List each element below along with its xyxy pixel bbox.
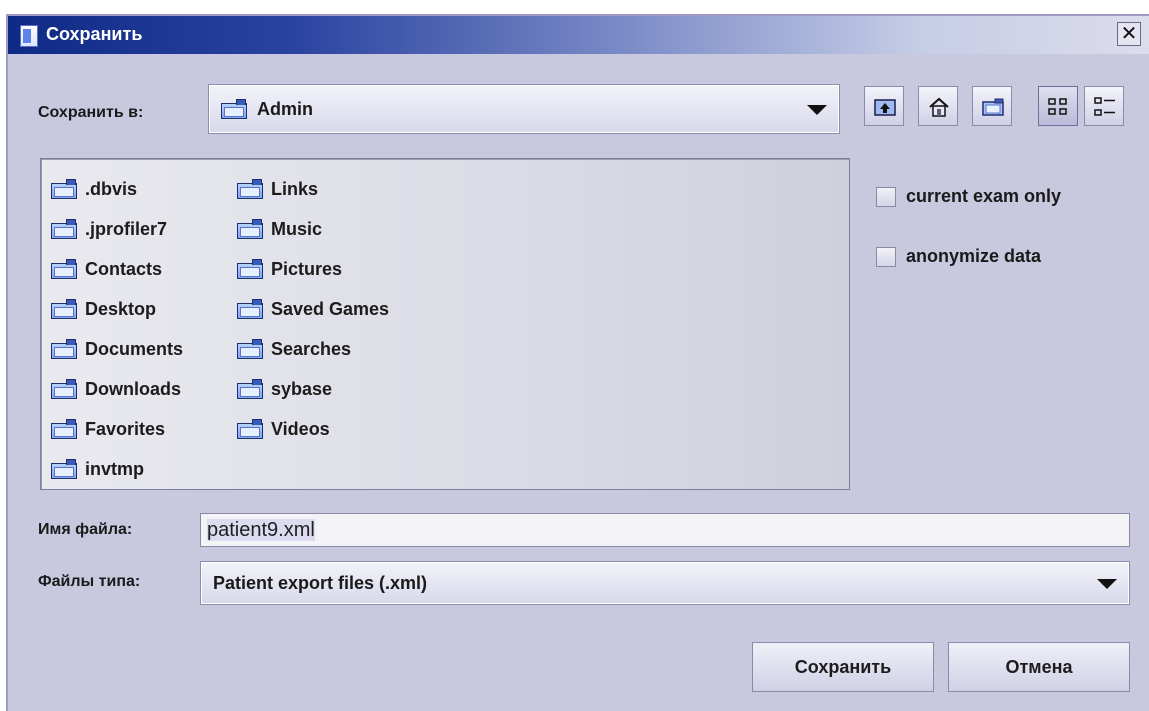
file-name-text: Videos <box>271 418 330 439</box>
folder-icon <box>221 99 247 119</box>
list-view-button[interactable] <box>1038 86 1078 126</box>
current-exam-only-checkbox[interactable]: current exam only <box>876 186 1061 207</box>
file-name-text: Links <box>271 178 319 199</box>
file-list-item[interactable]: Links <box>237 169 389 209</box>
chevron-down-icon <box>1097 579 1117 589</box>
folder-icon <box>237 179 263 199</box>
save-in-value: Admin <box>257 99 313 119</box>
file-name-input[interactable]: patient9.xml <box>200 513 1130 547</box>
new-folder-button[interactable] <box>972 86 1012 126</box>
title-bar[interactable]: Сохранить ✕ <box>8 16 1149 54</box>
file-list-item[interactable]: .jprofiler7 <box>51 209 183 249</box>
file-list-column-1: .dbvis .jprofiler7 Contacts Desktop Document… <box>51 169 183 489</box>
up-folder-button[interactable] <box>864 86 904 126</box>
file-name-value: patient9.xml <box>207 519 315 541</box>
file-name-text: Favorites <box>85 418 166 439</box>
file-list-item[interactable]: Documents <box>51 329 183 369</box>
home-icon <box>929 97 949 117</box>
checkbox-box[interactable] <box>876 246 896 267</box>
file-name-text: Downloads <box>85 378 182 399</box>
up-folder-icon <box>874 99 896 116</box>
file-list-item[interactable]: Desktop <box>51 289 183 329</box>
file-name-text: Desktop <box>85 298 157 319</box>
folder-icon <box>237 299 263 319</box>
file-name-label: Имя файла: <box>38 521 133 538</box>
folder-icon <box>51 379 77 399</box>
dialog-title: Сохранить <box>46 24 143 44</box>
save-dialog: Сохранить ✕ Сохранить в: Admin .dbvis .j… <box>6 14 1149 711</box>
file-type-select[interactable]: Patient export files (.xml) <box>200 561 1130 605</box>
home-button[interactable] <box>918 86 958 126</box>
file-list-item[interactable]: Downloads <box>51 369 183 409</box>
file-name-text: .dbvis <box>85 178 138 199</box>
file-list-item[interactable]: invtmp <box>51 449 183 489</box>
folder-icon <box>237 419 263 439</box>
file-name-text: Searches <box>271 338 352 359</box>
details-view-button[interactable] <box>1084 86 1124 126</box>
file-name-text: invtmp <box>85 458 145 479</box>
current-exam-only-label: current exam only <box>906 186 1062 206</box>
cancel-button[interactable]: Отмена <box>948 642 1130 692</box>
file-name-text: Documents <box>85 338 184 359</box>
folder-icon <box>51 259 77 279</box>
save-in-label: Сохранить в: <box>38 104 144 121</box>
file-list-column-2: Links Music Pictures Saved Games Searches syb… <box>237 169 389 449</box>
file-list[interactable]: .dbvis .jprofiler7 Contacts Desktop Document… <box>40 158 850 490</box>
file-list-item[interactable]: .dbvis <box>51 169 183 209</box>
folder-icon <box>51 219 77 239</box>
folder-icon <box>51 339 77 359</box>
folder-icon <box>237 259 263 279</box>
new-folder-icon <box>982 98 1004 116</box>
file-name-text: Pictures <box>271 258 343 279</box>
file-list-item[interactable]: Searches <box>237 329 389 369</box>
details-view-icon <box>1094 97 1115 116</box>
file-list-item[interactable]: Contacts <box>51 249 183 289</box>
folder-icon <box>237 339 263 359</box>
checkbox-box[interactable] <box>876 186 896 207</box>
anonymize-data-label: anonymize data <box>906 246 1042 266</box>
file-name-text: .jprofiler7 <box>85 218 168 239</box>
folder-icon <box>51 419 77 439</box>
file-name-text: Music <box>271 218 323 239</box>
folder-icon <box>237 219 263 239</box>
file-list-item[interactable]: sybase <box>237 369 389 409</box>
anonymize-data-checkbox[interactable]: anonymize data <box>876 246 1041 267</box>
file-type-label: Файлы типа: <box>38 573 141 590</box>
file-list-item[interactable]: Videos <box>237 409 389 449</box>
file-list-item[interactable]: Music <box>237 209 389 249</box>
file-name-text: sybase <box>271 378 333 399</box>
save-button[interactable]: Сохранить <box>752 642 934 692</box>
file-type-value: Patient export files (.xml) <box>213 573 428 593</box>
folder-icon <box>237 379 263 399</box>
file-name-text: Contacts <box>85 258 163 279</box>
close-button[interactable]: ✕ <box>1117 22 1141 46</box>
save-in-combo[interactable]: Admin <box>208 84 840 134</box>
file-list-item[interactable]: Favorites <box>51 409 183 449</box>
file-name-text: Saved Games <box>271 298 390 319</box>
chevron-down-icon <box>807 105 827 115</box>
file-list-item[interactable]: Pictures <box>237 249 389 289</box>
folder-icon <box>51 179 77 199</box>
app-icon <box>20 25 38 47</box>
list-view-icon <box>1048 98 1067 115</box>
file-list-item[interactable]: Saved Games <box>237 289 389 329</box>
folder-icon <box>51 299 77 319</box>
folder-icon <box>51 459 77 479</box>
